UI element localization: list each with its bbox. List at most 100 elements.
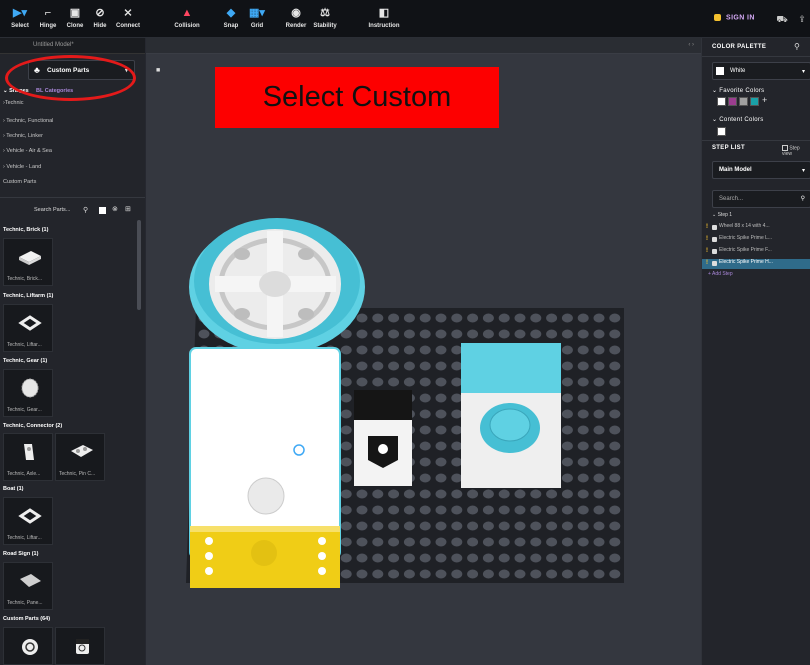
- part-thumbnail[interactable]: Technic, Pane...: [3, 562, 53, 610]
- sign-in-button[interactable]: SIGN IN: [714, 14, 755, 21]
- 3d-viewport[interactable]: ‹ › ■ Select Custom: [145, 38, 702, 665]
- favorite-color-swatch[interactable]: [739, 97, 748, 106]
- stud: [340, 521, 352, 531]
- parts-scrollbar[interactable]: [137, 220, 141, 310]
- instruction-overlay: Select Custom: [215, 67, 499, 128]
- stud: [577, 553, 589, 563]
- part-thumbnail[interactable]: Technic, Brick...: [3, 238, 53, 286]
- stud: [451, 489, 463, 499]
- grid-view-icon[interactable]: ⊞: [125, 205, 131, 213]
- stud: [593, 505, 605, 515]
- category-item[interactable]: Custom Parts: [0, 179, 145, 191]
- stud: [451, 377, 463, 387]
- category-item[interactable]: › Technic, Functional: [0, 118, 145, 130]
- parts-search-input[interactable]: Search Parts...: [34, 207, 70, 213]
- step-item[interactable]: ! Wheel 88 x 14 with 4...: [702, 223, 810, 233]
- stud: [530, 313, 542, 323]
- favorite-color-swatch[interactable]: [750, 97, 759, 106]
- stud: [451, 473, 463, 483]
- stud: [577, 489, 589, 499]
- stud: [467, 329, 479, 339]
- stud: [419, 313, 431, 323]
- stud: [388, 553, 400, 563]
- stud: [372, 505, 384, 515]
- stud: [372, 521, 384, 531]
- stud: [388, 329, 400, 339]
- model-tab[interactable]: Untitled Model*: [33, 42, 74, 48]
- search-icon[interactable]: ⚲: [83, 206, 88, 214]
- filter-icon[interactable]: ⊗: [112, 205, 118, 213]
- color-select[interactable]: White ▾: [712, 62, 810, 80]
- stud: [451, 537, 463, 547]
- add-step-button[interactable]: + Add Step: [702, 271, 810, 281]
- grid-toggle-button[interactable]: ▦▾ Grid: [237, 5, 277, 29]
- content-colors-header[interactable]: ⌄ Content Colors: [712, 116, 764, 123]
- stud: [451, 505, 463, 515]
- tab-bl-categories[interactable]: BL Categories: [36, 88, 73, 94]
- content-color-swatch[interactable]: [717, 127, 726, 136]
- step-header[interactable]: ⌄ Step 1: [702, 212, 810, 222]
- color-filter-icon[interactable]: [99, 207, 106, 214]
- favorite-colors-header[interactable]: ⌄ Favorite Colors: [712, 87, 764, 94]
- part-thumbnail[interactable]: [55, 627, 105, 665]
- stud: [593, 345, 605, 355]
- stud: [577, 569, 589, 579]
- stud: [609, 425, 621, 435]
- part-thumbnail[interactable]: Technic, Axle...: [3, 433, 53, 481]
- parts-panel: Untitled Model* ♣ Custom Parts ▾ ⌄ Shape…: [0, 38, 145, 665]
- stud: [403, 345, 415, 355]
- group-title: Boat (1): [3, 486, 24, 492]
- main-toolbar: ▶▾ Select ⌐ Hinge ▣ Clone ⊘ Hide ⨯ Conne…: [0, 0, 810, 38]
- stud: [451, 329, 463, 339]
- tab-shapes[interactable]: ⌄ Shapes: [3, 88, 29, 94]
- category-item[interactable]: › Vehicle - Land: [0, 164, 145, 176]
- step-item-selected[interactable]: ! Electric Spike Prime H...: [702, 259, 810, 269]
- stud: [372, 313, 384, 323]
- category-item[interactable]: › Vehicle - Air & Sea: [0, 148, 145, 160]
- stud: [609, 457, 621, 467]
- stud: [388, 505, 400, 515]
- category-item[interactable]: › Technic, Linker: [0, 133, 145, 145]
- stud: [435, 569, 447, 579]
- stud: [435, 505, 447, 515]
- stud: [593, 409, 605, 419]
- favorite-color-swatch[interactable]: [717, 97, 726, 106]
- stud: [498, 569, 510, 579]
- step-view-toggle[interactable]: Step view: [782, 145, 810, 157]
- stud: [467, 505, 479, 515]
- stud: [340, 457, 352, 467]
- cart-icon[interactable]: ⛟: [774, 11, 790, 27]
- stud: [388, 489, 400, 499]
- chevron-down-icon: ▾: [124, 68, 128, 74]
- part-thumbnail[interactable]: Technic, Liftar...: [3, 304, 53, 352]
- part-thumbnail[interactable]: Technic, Liftar...: [3, 497, 53, 545]
- upload-icon[interactable]: ⇪: [794, 11, 810, 27]
- category-item[interactable]: ›Technic: [0, 100, 145, 112]
- stud: [419, 553, 431, 563]
- instruction-button[interactable]: ◧ Instruction: [356, 5, 412, 29]
- stud: [609, 345, 621, 355]
- connect-tool-button[interactable]: ⨯ Connect: [108, 5, 148, 29]
- step-item[interactable]: ! Electric Spike Prime L...: [702, 235, 810, 245]
- stud: [530, 329, 542, 339]
- stud: [340, 345, 352, 355]
- part-thumbnail[interactable]: Technic, Pin C...: [55, 433, 105, 481]
- stability-button[interactable]: ⚖ Stability: [305, 5, 345, 29]
- category-select[interactable]: ♣ Custom Parts ▾: [28, 60, 135, 80]
- stud: [609, 521, 621, 531]
- part-thumbnail[interactable]: [3, 627, 53, 665]
- part-thumbnail[interactable]: Technic, Gear...: [3, 369, 53, 417]
- warning-icon: !: [706, 260, 708, 266]
- collision-toggle-button[interactable]: ▲ Collision: [167, 5, 207, 29]
- add-color-icon[interactable]: +: [762, 95, 767, 105]
- step-search-input[interactable]: Search... ⚲: [712, 190, 810, 208]
- favorite-color-swatch[interactable]: [728, 97, 737, 106]
- eyedropper-icon[interactable]: ⚲: [794, 42, 800, 51]
- stud: [356, 521, 368, 531]
- stud: [593, 425, 605, 435]
- stud: [482, 489, 494, 499]
- checkbox[interactable]: [782, 145, 788, 151]
- model-select[interactable]: Main Model ▾: [712, 161, 810, 179]
- step-item[interactable]: ! Electric Spike Prime F...: [702, 247, 810, 257]
- wheel-part-icon: [22, 639, 38, 655]
